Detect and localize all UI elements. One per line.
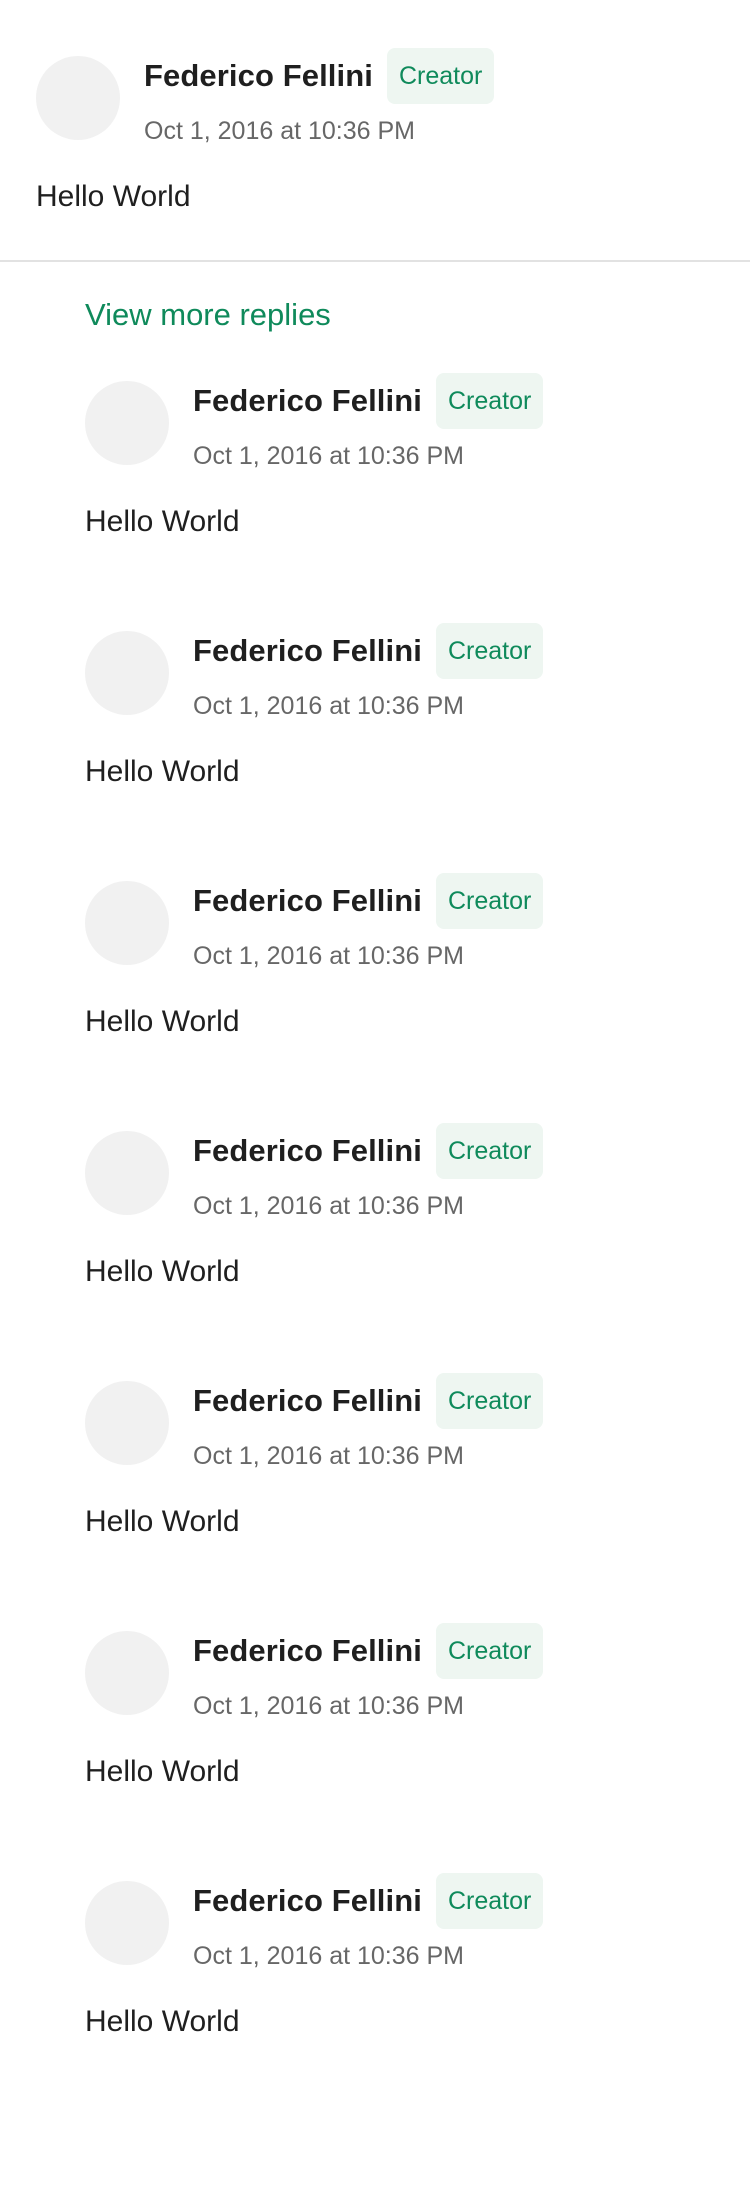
comment-timestamp: Oct 1, 2016 at 10:36 PM <box>193 1442 464 1470</box>
author-name[interactable]: Federico Fellini <box>193 633 422 669</box>
name-row: Federico Fellini Creator <box>144 48 495 104</box>
creator-badge: Creator <box>435 1123 544 1179</box>
creator-badge: Creator <box>435 873 544 929</box>
author-name[interactable]: Federico Fellini <box>193 1383 422 1419</box>
comment-meta: Federico Fellini Creator Oct 1, 2016 at … <box>144 48 495 146</box>
name-row: Federico Fellini Creator <box>193 1623 544 1679</box>
comment-header: Federico Fellini Creator Oct 1, 2016 at … <box>85 1873 750 1971</box>
name-row: Federico Fellini Creator <box>193 623 544 679</box>
author-name[interactable]: Federico Fellini <box>144 58 373 94</box>
name-row: Federico Fellini Creator <box>193 1873 544 1929</box>
avatar[interactable] <box>85 631 169 715</box>
name-row: Federico Fellini Creator <box>193 873 544 929</box>
comment-header: Federico Fellini Creator Oct 1, 2016 at … <box>85 873 750 971</box>
creator-badge: Creator <box>435 1373 544 1429</box>
comment-header: Federico Fellini Creator Oct 1, 2016 at … <box>85 623 750 721</box>
comment-meta: Federico Fellini Creator Oct 1, 2016 at … <box>193 373 544 471</box>
name-row: Federico Fellini Creator <box>193 373 544 429</box>
creator-badge: Creator <box>435 373 544 429</box>
comment-body: Hello World <box>85 1255 240 1288</box>
view-more-replies-link[interactable]: View more replies <box>85 297 331 333</box>
author-name[interactable]: Federico Fellini <box>193 383 422 419</box>
reply-item: Federico Fellini Creator Oct 1, 2016 at … <box>85 623 750 881</box>
comment-body: Hello World <box>85 755 240 788</box>
author-name[interactable]: Federico Fellini <box>193 883 422 919</box>
comment-body: Hello World <box>85 505 240 538</box>
comment-body: Hello World <box>85 1505 240 1538</box>
reply-item: Federico Fellini Creator Oct 1, 2016 at … <box>85 1373 750 1631</box>
author-name[interactable]: Federico Fellini <box>193 1133 422 1169</box>
reply-item: Federico Fellini Creator Oct 1, 2016 at … <box>85 873 750 1131</box>
author-name[interactable]: Federico Fellini <box>193 1633 422 1669</box>
comment-meta: Federico Fellini Creator Oct 1, 2016 at … <box>193 623 544 721</box>
comment-meta: Federico Fellini Creator Oct 1, 2016 at … <box>193 1873 544 1971</box>
comment-header: Federico Fellini Creator Oct 1, 2016 at … <box>85 1373 750 1471</box>
comment-timestamp: Oct 1, 2016 at 10:36 PM <box>193 442 464 470</box>
comment-timestamp: Oct 1, 2016 at 10:36 PM <box>144 117 415 145</box>
top-comment: Federico Fellini Creator Oct 1, 2016 at … <box>0 0 750 260</box>
creator-badge: Creator <box>386 48 495 104</box>
name-row: Federico Fellini Creator <box>193 1123 544 1179</box>
avatar[interactable] <box>85 1631 169 1715</box>
avatar[interactable] <box>85 1881 169 1965</box>
reply-item: Federico Fellini Creator Oct 1, 2016 at … <box>85 373 750 631</box>
comment-timestamp: Oct 1, 2016 at 10:36 PM <box>193 942 464 970</box>
creator-badge: Creator <box>435 1873 544 1929</box>
comment-header: Federico Fellini Creator Oct 1, 2016 at … <box>85 1123 750 1221</box>
comment-header: Federico Fellini Creator Oct 1, 2016 at … <box>36 48 750 146</box>
reply-item: Federico Fellini Creator Oct 1, 2016 at … <box>85 1123 750 1381</box>
creator-badge: Creator <box>435 623 544 679</box>
avatar[interactable] <box>85 1131 169 1215</box>
comment-meta: Federico Fellini Creator Oct 1, 2016 at … <box>193 1123 544 1221</box>
reply-item: Federico Fellini Creator Oct 1, 2016 at … <box>85 1873 750 2131</box>
comment-body: Hello World <box>36 180 191 213</box>
comment-header: Federico Fellini Creator Oct 1, 2016 at … <box>85 373 750 471</box>
avatar[interactable] <box>85 1381 169 1465</box>
comment-timestamp: Oct 1, 2016 at 10:36 PM <box>193 692 464 720</box>
avatar[interactable] <box>36 56 120 140</box>
reply-item: Federico Fellini Creator Oct 1, 2016 at … <box>85 1623 750 1881</box>
comment-header: Federico Fellini Creator Oct 1, 2016 at … <box>85 1623 750 1721</box>
comment-timestamp: Oct 1, 2016 at 10:36 PM <box>193 1192 464 1220</box>
comment-body: Hello World <box>85 1755 240 1788</box>
comment-timestamp: Oct 1, 2016 at 10:36 PM <box>193 1692 464 1720</box>
comment-meta: Federico Fellini Creator Oct 1, 2016 at … <box>193 873 544 971</box>
comment-timestamp: Oct 1, 2016 at 10:36 PM <box>193 1942 464 1970</box>
author-name[interactable]: Federico Fellini <box>193 1883 422 1919</box>
comment-body: Hello World <box>85 1005 240 1038</box>
name-row: Federico Fellini Creator <box>193 1373 544 1429</box>
avatar[interactable] <box>85 381 169 465</box>
comment-body: Hello World <box>85 2005 240 2038</box>
replies-list: View more replies Federico Fellini Creat… <box>0 262 750 2131</box>
comment-meta: Federico Fellini Creator Oct 1, 2016 at … <box>193 1373 544 1471</box>
creator-badge: Creator <box>435 1623 544 1679</box>
comment-thread: Federico Fellini Creator Oct 1, 2016 at … <box>0 0 750 2131</box>
avatar[interactable] <box>85 881 169 965</box>
comment-meta: Federico Fellini Creator Oct 1, 2016 at … <box>193 1623 544 1721</box>
